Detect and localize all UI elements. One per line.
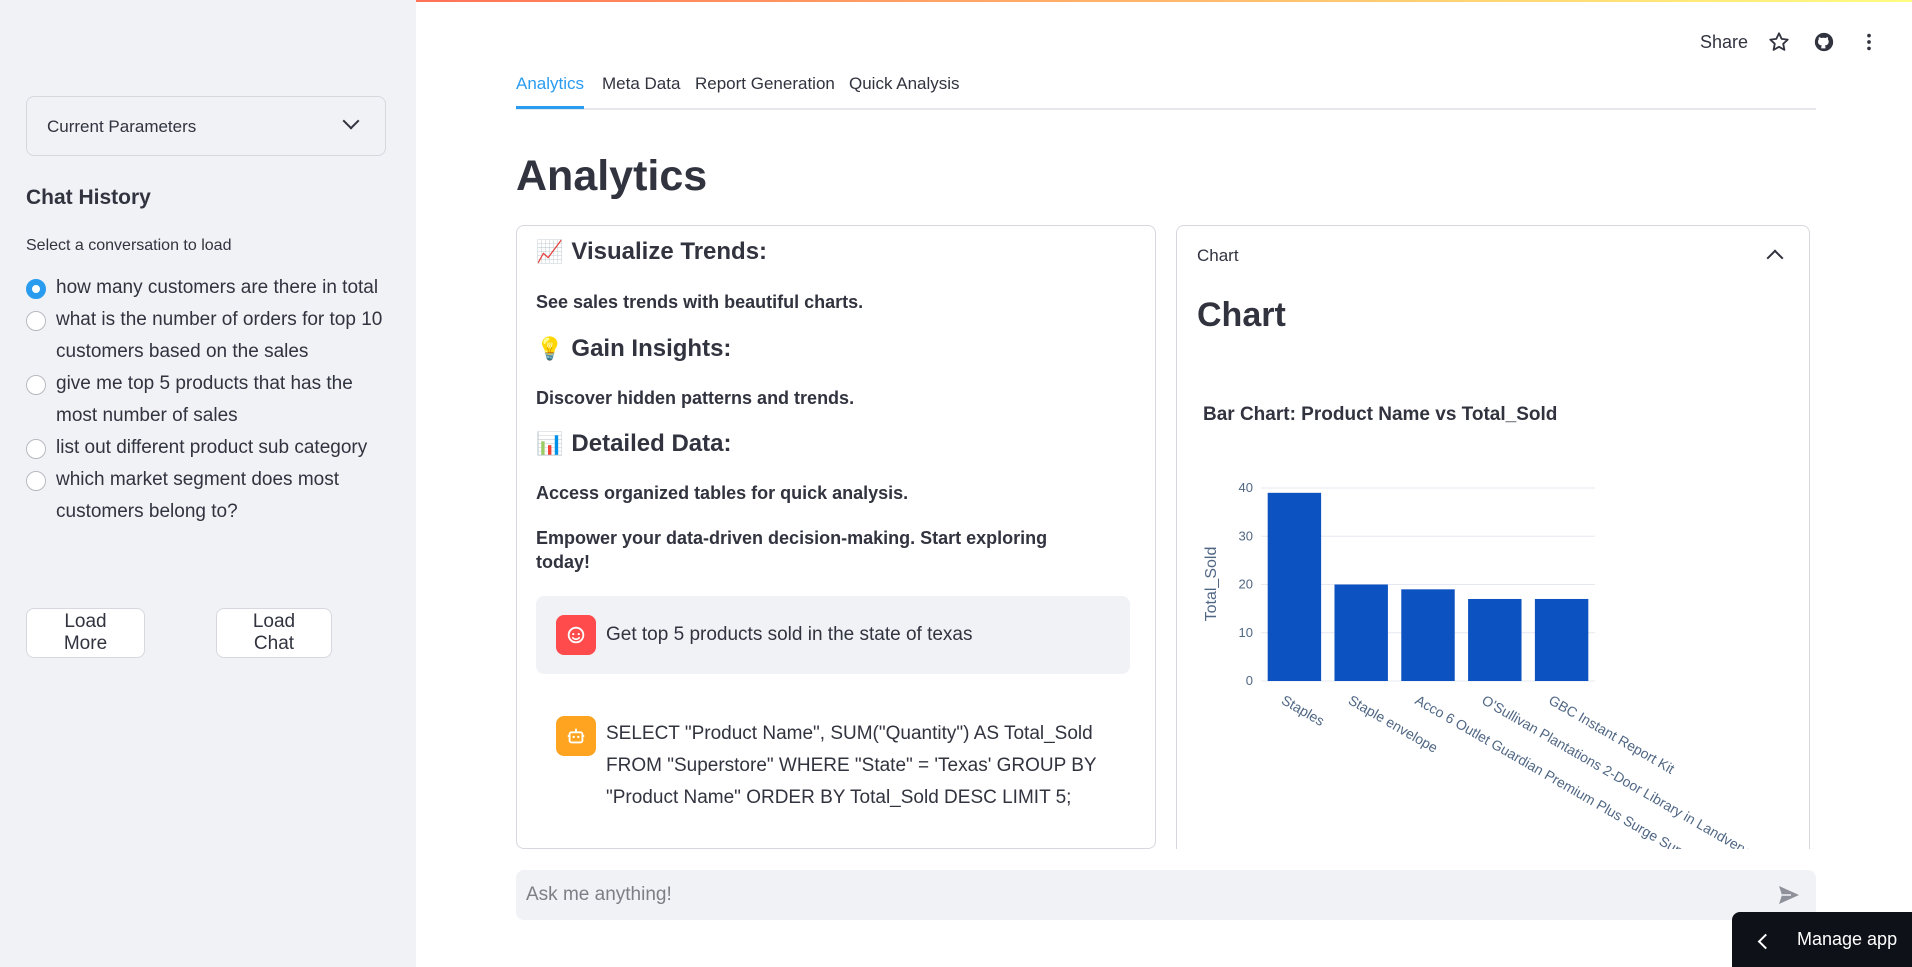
manage-app-button[interactable]: Manage app	[1732, 912, 1912, 967]
conversation-label: what is the number of orders for top 10 …	[56, 309, 383, 362]
tab-bar: Analytics Meta Data Report Generation Qu…	[516, 70, 1816, 110]
feature-heading: 📊 Detailed Data:	[536, 430, 731, 458]
menu-icon[interactable]	[1857, 30, 1881, 54]
chat-input[interactable]	[526, 870, 1756, 920]
user-chat-message: Get top 5 products sold in the state of …	[536, 596, 1130, 674]
features-card: 📈 Visualize Trends: See sales trends wit…	[516, 225, 1156, 849]
feature-text: Access organized tables for quick analys…	[536, 483, 909, 503]
user-avatar-icon	[556, 615, 596, 655]
y-tick-label: 40	[1239, 480, 1253, 495]
tab-analytics[interactable]: Analytics	[516, 74, 585, 109]
radio-unselected-icon[interactable]	[26, 471, 46, 491]
radio-unselected-icon[interactable]	[26, 375, 46, 395]
user-message-text: Get top 5 products sold in the state of …	[606, 624, 973, 645]
feature-heading-text: Visualize Trends:	[571, 238, 768, 265]
chart-title: Bar Chart: Product Name vs Total_Sold	[1203, 404, 1557, 425]
x-tick-label: Staples	[1279, 692, 1327, 729]
conversation-option[interactable]: how many customers are there in total	[26, 272, 396, 304]
radio-selected-icon[interactable]	[26, 279, 46, 299]
y-tick-label: 10	[1239, 625, 1253, 640]
chevron-down-icon	[342, 112, 360, 130]
conversation-label: which market segment does most customers…	[56, 469, 340, 522]
share-button[interactable]: Share	[1700, 32, 1748, 53]
assistant-message-text: SELECT "Product Name", SUM("Quantity") A…	[606, 723, 1097, 808]
conversation-option[interactable]: list out different product sub category	[26, 432, 396, 464]
tab-meta-data[interactable]: Meta Data	[602, 74, 680, 106]
conversation-radio-group: how many customers are there in total wh…	[26, 272, 396, 528]
y-axis-label: Total_Sold	[1203, 547, 1220, 622]
feature-heading-text: Gain Insights:	[571, 335, 732, 362]
sidebar: Current Parameters Chat History Select a…	[0, 0, 416, 967]
light-bulb-icon: 💡	[536, 336, 564, 362]
closing-text: Empower your data-driven decision-making…	[536, 528, 1048, 572]
manage-app-label: Manage app	[1797, 929, 1898, 949]
load-more-button[interactable]: Load More	[26, 608, 145, 658]
tab-quick-analysis[interactable]: Quick Analysis	[849, 74, 960, 106]
chart-expander: Chart Chart Bar Chart: Product Name vs T…	[1176, 225, 1810, 849]
feature-text: Discover hidden patterns and trends.	[536, 388, 855, 408]
bar[interactable]	[1334, 584, 1388, 682]
github-icon[interactable]	[1812, 30, 1836, 54]
feature-heading-text: Detailed Data:	[571, 430, 732, 457]
chat-input-container	[516, 870, 1816, 920]
bar[interactable]	[1401, 589, 1455, 681]
radio-unselected-icon[interactable]	[26, 439, 46, 459]
conversation-label: give me top 5 products that has the most…	[56, 373, 353, 426]
conversation-option[interactable]: which market segment does most customers…	[26, 464, 396, 528]
chart-increasing-icon: 📈	[536, 239, 564, 265]
radio-unselected-icon[interactable]	[26, 311, 46, 331]
conversation-label: how many customers are there in total	[56, 277, 379, 298]
chat-history-heading: Chat History	[26, 186, 151, 209]
conversation-label: list out different product sub category	[56, 437, 368, 458]
bar-chart: Bar Chart: Product Name vs Total_Sold To…	[1203, 404, 1778, 849]
y-tick-label: 0	[1246, 673, 1253, 688]
chat-history-subheading: Select a conversation to load	[26, 237, 232, 254]
conversation-option[interactable]: give me top 5 products that has the most…	[26, 368, 396, 432]
tab-report-generation[interactable]: Report Generation	[695, 74, 835, 106]
bar[interactable]	[1534, 598, 1589, 681]
page-title: Analytics	[516, 152, 708, 200]
bar-chart-icon: 📊	[536, 431, 564, 457]
send-icon[interactable]	[1776, 883, 1802, 907]
y-tick-label: 30	[1239, 528, 1253, 543]
conversation-option[interactable]: what is the number of orders for top 10 …	[26, 304, 396, 368]
current-parameters-expander[interactable]: Current Parameters	[26, 96, 386, 156]
assistant-avatar-icon	[556, 716, 596, 756]
y-tick-label: 20	[1239, 577, 1253, 592]
feature-heading: 📈 Visualize Trends:	[536, 238, 767, 266]
chevron-left-icon	[1757, 933, 1774, 950]
load-chat-button[interactable]: Load Chat	[216, 608, 332, 658]
feature-heading: 💡 Gain Insights:	[536, 335, 731, 363]
feature-text: See sales trends with beautiful charts.	[536, 292, 864, 312]
bar[interactable]	[1468, 598, 1522, 681]
bar[interactable]	[1267, 492, 1322, 681]
expander-label: Current Parameters	[47, 117, 197, 136]
star-icon[interactable]	[1767, 30, 1791, 54]
